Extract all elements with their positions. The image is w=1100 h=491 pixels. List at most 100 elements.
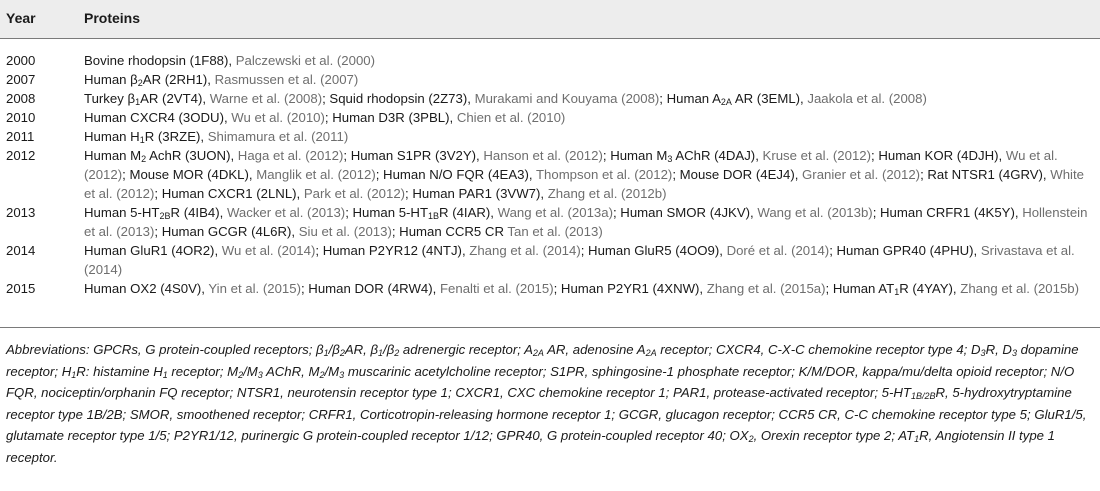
year-cell: 2014 [6,243,36,258]
table-header: Year Proteins [0,0,1100,39]
protein-text: AChR (4DAJ), [672,148,763,163]
citation: Granier et al. (2012) [802,167,921,182]
subscript: 2B [159,211,171,221]
year-cell: 2015 [6,281,36,296]
year-cell: 2012 [6,148,36,163]
table-row: 2014 Human GluR1 (4OR2), Wu et al. (2014)… [0,241,1100,279]
table-row: 2010 Human CXCR4 (3ODU), Wu et al. (2010)… [0,108,1100,127]
protein-text: /β [383,342,395,357]
proteins-cell: Human H1R (3RZE), Shimamura et al. (2011… [84,127,1100,146]
citation: Zhang et al. (2014) [469,243,581,258]
subscript: 1B/2B [910,391,936,401]
protein-text: Human 5-HT [84,205,160,220]
protein-text: ; Human CRFR1 (4K5Y), [872,205,1023,220]
citation: Doré et al. (2014) [726,243,830,258]
citation: Haga et al. (2012) [237,148,344,163]
protein-text: AR (3EML), [731,91,808,106]
proteins-cell: Turkey β1AR (2VT4), Warne et al. (2008);… [84,89,1100,108]
protein-text: ; Human DOR (4RW4), [300,281,440,296]
protein-text: /M [243,363,258,379]
citation: Yin et al. (2015) [208,281,301,296]
protein-text: Human β [84,72,138,87]
protein-text: /β [328,342,340,357]
citation: Wang et al. (2013b) [757,205,873,220]
protein-text: R: histamine H [76,363,163,379]
protein-text: adrenergic receptor; A [399,342,533,357]
year-cell: 2013 [6,205,36,220]
protein-text: ; Human P2YR12 (4NTJ), [315,243,470,258]
citation: Warne et al. (2008) [209,91,323,106]
protein-text: AR, adenosine A [543,342,646,357]
protein-text: ; Human GCGR (4L6R), [154,224,299,239]
protein-text: ; Human CCR5 CR [391,224,508,239]
table-row: 2011 Human H1R (3RZE), Shimamura et al. (… [0,127,1100,146]
year-cell: 2011 [6,129,35,144]
protein-text: ; Human A [659,91,721,106]
proteins-cell: Human OX2 (4S0V), Yin et al. (2015); Hum… [84,279,1100,298]
protein-text: ; Rat NTSR1 (4GRV), [920,167,1051,182]
protein-text: Abbreviations: GPCRs, G protein-coupled … [6,342,324,357]
protein-text: ; Human KOR (4DJH), [871,148,1006,163]
citation: Tan et al. (2013) [507,224,603,239]
protein-text: ; Human M [602,148,668,163]
protein-text: Human OX2 (4S0V), [84,281,209,296]
protein-text: AR, β [344,342,379,357]
protein-text: AchR (3UON), [146,148,238,163]
protein-text: ; Human P2YR1 (4XNW), [553,281,707,296]
protein-text: ; Human D3R (3PBL), [324,110,457,125]
protein-text: ; Human S1PR (3V2Y), [343,148,484,163]
year-cell: 2010 [6,110,36,125]
citation: Jaakola et al. (2008) [807,91,927,106]
protein-text: AR (2RH1), [142,72,215,87]
subscript: 2A [720,97,732,107]
proteins-cell: Human 5-HT2BR (4IB4), Wacker et al. (201… [84,203,1100,241]
citation: Zhang et al. (2012b) [547,186,667,201]
citation: Fenalti et al. (2015) [439,281,554,296]
proteins-cell: Human M2 AchR (3UON), Haga et al. (2012)… [84,146,1100,203]
protein-text: /M [324,363,340,379]
citation: Shimamura et al. (2011) [207,129,349,144]
header-proteins: Proteins [84,10,141,26]
subscript: 1B [428,211,440,221]
protein-text: , Orexin receptor type 2; AT [753,428,915,443]
protein-text: ; Mouse DOR (4EJ4), [672,167,803,182]
protein-text: Human GluR1 (4OR2), [84,243,222,258]
citation: Siu et al. (2013) [298,224,392,239]
protein-text: ; Mouse MOR (4DKL), [122,167,257,182]
proteins-cell: Bovine rhodopsin (1F88), Palczewski et a… [84,51,1100,70]
table-body: 2000 Bovine rhodopsin (1F88), Palczewski … [0,51,1100,298]
year-cell: 2007 [6,72,36,87]
protein-text: R (3RZE), [144,129,208,144]
protein-text: AR (2VT4), [140,91,210,106]
protein-text: Human CXCR4 (3ODU), [84,110,232,125]
header-year: Year [6,10,36,26]
abbreviations-footnote: Abbreviations: GPCRs, G protein-coupled … [6,339,1096,468]
protein-text: ; Human 5-HT [345,205,428,220]
subscript: 2A [645,348,657,358]
protein-text: Human H [84,129,140,144]
protein-text: receptor; M [167,363,239,379]
citation: Chien et al. (2010) [456,110,566,125]
protein-text: ; Squid rhodopsin (2Z73), [322,91,475,106]
protein-text: ; Human CXCR1 (2LNL), [154,186,304,201]
citation: Wang et al. (2013a) [497,205,613,220]
citation: Park et al. (2012) [303,186,406,201]
protein-text: ; Human PAR1 (3VW7), [405,186,548,201]
table-row: 2015 Human OX2 (4S0V), Yin et al. (2015);… [0,279,1100,298]
citation: Palczewski et al. (2000) [235,53,376,68]
table-row: 2012 Human M2 AchR (3UON), Haga et al. (2… [0,146,1100,203]
citation: Wacker et al. (2013) [226,205,346,220]
proteins-cell: Human CXCR4 (3ODU), Wu et al. (2010); Hu… [84,108,1100,127]
citation: Murakami and Kouyama (2008) [474,91,660,106]
table-row: 2007 Human β2AR (2RH1), Rasmussen et al. … [0,70,1100,89]
proteins-cell: Human β2AR (2RH1), Rasmussen et al. (200… [84,70,1100,89]
protein-text: R, D [985,342,1012,357]
protein-text: AChR, M [262,363,320,379]
year-cell: 2008 [6,91,36,106]
protein-text: Bovine rhodopsin (1F88), [84,53,236,68]
citation: Rasmussen et al. (2007) [214,72,359,87]
citation: Hanson et al. (2012) [483,148,603,163]
citation: Wu et al. (2010) [231,110,325,125]
proteins-cell: Human GluR1 (4OR2), Wu et al. (2014); Hu… [84,241,1100,279]
citation: Kruse et al. (2012) [762,148,872,163]
